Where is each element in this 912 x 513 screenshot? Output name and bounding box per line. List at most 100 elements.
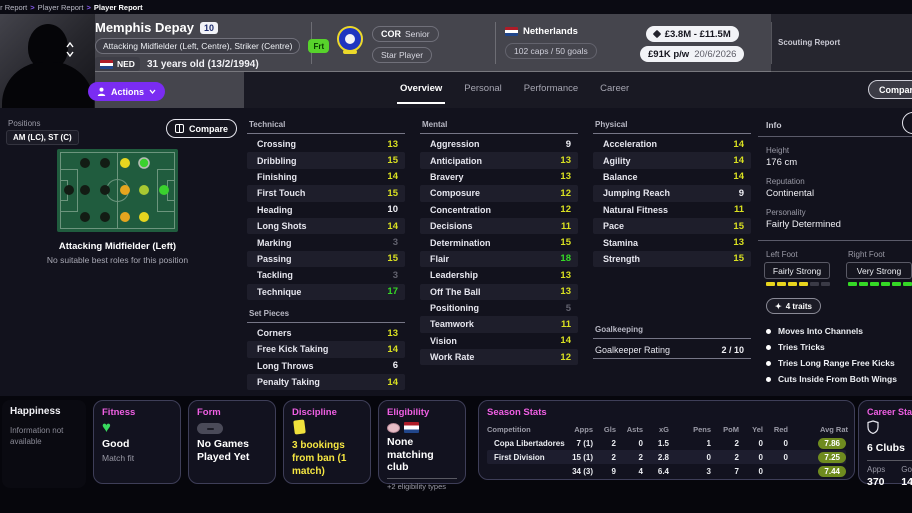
position-pitch-map[interactable]: [57, 149, 178, 232]
attribute-row[interactable]: Vision 14: [420, 333, 578, 349]
happiness-card[interactable]: Happiness Information not available: [2, 400, 86, 488]
attribute-row[interactable]: Flair 18: [420, 250, 578, 268]
breadcrumb-item[interactable]: er Report: [0, 3, 27, 12]
traits-count-button[interactable]: 4 traits: [766, 298, 821, 314]
position-dot[interactable]: [100, 212, 110, 222]
position-dot[interactable]: [64, 185, 74, 195]
attribute-name: Concentration: [430, 204, 492, 215]
tab-performance[interactable]: Performance: [524, 83, 578, 100]
attribute-row[interactable]: Jumping Reach 9: [593, 185, 751, 202]
tab-career[interactable]: Career: [600, 83, 629, 100]
attribute-name: Positioning: [430, 303, 479, 314]
tab-overview[interactable]: Overview: [396, 83, 446, 104]
attribute-row[interactable]: Finishing 14: [247, 169, 405, 185]
attribute-row[interactable]: Leadership 13: [420, 267, 578, 283]
breadcrumb: er Report>Player Report>Player Report: [0, 0, 912, 14]
stat-value: 3: [706, 466, 711, 476]
attribute-row[interactable]: Technique 17: [247, 283, 405, 300]
attribute-row[interactable]: Off The Ball 13: [420, 283, 578, 300]
attribute-row[interactable]: Concentration 12: [420, 202, 578, 218]
attribute-row[interactable]: Heading 10: [247, 202, 405, 218]
stat-value: 1: [706, 438, 711, 448]
foot-strength-segment: [810, 282, 819, 286]
crest-core: [345, 34, 355, 44]
attribute-row[interactable]: Tackling 3: [247, 267, 405, 283]
position-dot[interactable]: [139, 185, 149, 195]
fitness-card[interactable]: Fitness ♥ Good Match fit: [93, 400, 181, 484]
position-dot[interactable]: [80, 158, 90, 168]
attribute-row[interactable]: Decisions 11: [420, 217, 578, 235]
attribute-value: 12: [560, 187, 571, 199]
attribute-row[interactable]: Crossing 13: [247, 136, 405, 152]
attribute-value: 13: [387, 327, 398, 339]
attribute-row[interactable]: Corners 13: [247, 325, 405, 341]
attribute-row[interactable]: Free Kick Taking 14: [247, 341, 405, 358]
attribute-row[interactable]: Balance 14: [593, 169, 751, 185]
attribute-row[interactable]: Teamwork 11: [420, 316, 578, 333]
attribute-row[interactable]: First Touch 15: [247, 185, 405, 202]
compare-top-label: Compare: [879, 84, 912, 95]
position-dot[interactable]: [139, 212, 149, 222]
season-stats-row[interactable]: Copa Libertadores 7 (1) 2 0 1.5 1 2 0 0 7.86: [487, 436, 846, 450]
attribute-row[interactable]: Passing 15: [247, 250, 405, 268]
attribute-row[interactable]: Long Throws 6: [247, 358, 405, 374]
divider: [867, 460, 912, 461]
squad-status-pill: Star Player: [372, 47, 433, 63]
attribute-row[interactable]: Strength 15: [593, 250, 751, 268]
compare-button[interactable]: Compare: [166, 119, 238, 138]
competition-name: Copa Libertadores: [494, 438, 565, 448]
breadcrumb-item[interactable]: Player Report: [38, 3, 84, 12]
bullet-icon: [766, 376, 771, 382]
contract-end-date: 20/6/2026: [694, 48, 737, 60]
career-clubs: 6 Clubs: [867, 442, 905, 454]
position-dot[interactable]: [100, 185, 110, 195]
best-role-name: Attacking Midfielder (Left): [58, 241, 177, 252]
season-stats-row[interactable]: First Division 15 (1) 2 2 2.8 0 2 0 0 7.25: [487, 450, 846, 464]
career-stats-card[interactable]: Career Stats 6 Clubs Apps 370 Goals 142: [858, 400, 912, 488]
position-dot[interactable]: [120, 212, 130, 222]
form-card[interactable]: Form No Games Played Yet: [188, 400, 276, 484]
attribute-row[interactable]: Marking 3: [247, 234, 405, 250]
discipline-card[interactable]: Discipline 3 bookings from ban (1 match): [283, 400, 371, 484]
attribute-row[interactable]: Stamina 13: [593, 234, 751, 250]
attribute-row[interactable]: Dribbling 15: [247, 152, 405, 169]
attribute-row[interactable]: Acceleration 14: [593, 136, 751, 152]
club-crest-icon[interactable]: [337, 26, 365, 54]
position-dot[interactable]: [80, 185, 90, 195]
attribute-row[interactable]: Penalty Taking 14: [247, 374, 405, 391]
position-dot[interactable]: [80, 212, 90, 222]
attribute-row[interactable]: Aggression 9: [420, 136, 578, 152]
prev-player-chevron-up-icon[interactable]: [66, 42, 74, 48]
club-squad-pill[interactable]: COR Senior: [372, 26, 439, 42]
position-dot[interactable]: [120, 185, 130, 195]
position-dot[interactable]: [100, 158, 110, 168]
bullet-icon: [766, 344, 771, 350]
attribute-row[interactable]: Anticipation 13: [420, 152, 578, 169]
position-dot[interactable]: [120, 158, 130, 168]
position-dot[interactable]: [159, 185, 169, 195]
attribute-row[interactable]: Agility 14: [593, 152, 751, 169]
attribute-row[interactable]: Positioning 5: [420, 300, 578, 316]
attribute-row[interactable]: Natural Fitness 11: [593, 202, 751, 218]
trait-label: Cuts Inside From Both Wings: [778, 374, 897, 384]
attribute-row[interactable]: Work Rate 12: [420, 349, 578, 366]
attribute-row[interactable]: Determination 15: [420, 234, 578, 250]
club-code: COR: [381, 29, 401, 39]
attribute-row[interactable]: Bravery 13: [420, 169, 578, 185]
compare-button-top[interactable]: Compare: [868, 80, 912, 99]
next-player-chevron-down-icon[interactable]: [66, 51, 74, 57]
form-status: No Games Played Yet: [197, 438, 250, 464]
attribute-row[interactable]: Long Shots 14: [247, 217, 405, 235]
tab-personal[interactable]: Personal: [464, 83, 502, 100]
stats-column-header: Competition: [487, 425, 531, 434]
form-title: Form: [197, 407, 221, 418]
attribute-row[interactable]: Composure 12: [420, 185, 578, 202]
actions-button[interactable]: Actions: [88, 82, 166, 101]
position-dot[interactable]: [138, 157, 150, 169]
attribute-row[interactable]: Pace 15: [593, 217, 751, 235]
discipline-status: 3 bookings from ban (1 match): [292, 440, 347, 477]
eligibility-card[interactable]: Eligibility None matching club +2 eligib…: [378, 400, 466, 491]
attribute-value: 3: [392, 237, 398, 249]
breadcrumb-item[interactable]: Player Report: [94, 3, 143, 12]
stat-value: 2: [638, 452, 643, 462]
